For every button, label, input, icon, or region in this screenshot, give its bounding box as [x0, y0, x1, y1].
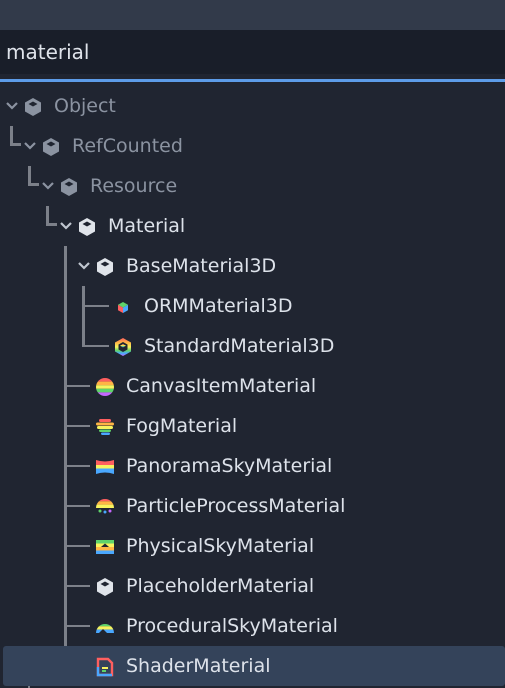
- tree-item-label: ShaderMaterial: [126, 655, 271, 677]
- object-cube-icon: [97, 258, 113, 276]
- canvas-item-material-icon: [96, 378, 114, 396]
- tree-item-standardmaterial3d[interactable]: StandardMaterial3D: [0, 326, 505, 366]
- search-input[interactable]: [6, 30, 496, 74]
- tree-item-refcounted[interactable]: RefCounted: [0, 126, 505, 166]
- fog-material-icon: [96, 419, 114, 435]
- class-tree[interactable]: Object RefCounted Resource Material Base…: [0, 82, 505, 688]
- tree-item-label: Object: [54, 95, 116, 117]
- tree-item-panoramaskymaterial[interactable]: PanoramaSkyMaterial: [0, 446, 505, 486]
- particle-process-material-icon: [96, 499, 114, 514]
- tree-item-label: ParticleProcessMaterial: [126, 495, 346, 517]
- tree-item-label: PanoramaSkyMaterial: [126, 455, 333, 477]
- standard-material-icon: [115, 338, 131, 356]
- tree-item-label: PlaceholderMaterial: [126, 575, 315, 597]
- chevron-down-icon[interactable]: [59, 219, 73, 233]
- tree-item-label: RefCounted: [72, 135, 183, 157]
- tree-item-label: ORMMaterial3D: [144, 295, 293, 317]
- tree-item-placeholdermaterial[interactable]: PlaceholderMaterial: [0, 566, 505, 606]
- tree-item-ormmaterial3d[interactable]: ORMMaterial3D: [0, 286, 505, 326]
- tree-item-shadermaterial[interactable]: ShaderMaterial: [3, 646, 505, 686]
- tree-item-resource[interactable]: Resource: [0, 166, 505, 206]
- orm-material-icon: [118, 302, 128, 313]
- chevron-down-icon[interactable]: [23, 139, 37, 153]
- tree-item-basematerial3d[interactable]: BaseMaterial3D: [0, 246, 505, 286]
- tree-item-physicalskymaterial[interactable]: PhysicalSkyMaterial: [0, 526, 505, 566]
- chevron-down-icon[interactable]: [77, 259, 91, 273]
- tree-item-label: BaseMaterial3D: [126, 255, 277, 277]
- object-cube-icon: [61, 178, 77, 196]
- search-bar: [0, 30, 505, 74]
- tree-item-material[interactable]: Material: [0, 206, 505, 246]
- tree-item-proceduralskymaterial[interactable]: ProceduralSkyMaterial: [0, 606, 505, 646]
- tree-item-label: Material: [108, 215, 186, 237]
- tree-item-particleprocessmaterial[interactable]: ParticleProcessMaterial: [0, 486, 505, 526]
- tree-item-label: ProceduralSkyMaterial: [126, 615, 338, 637]
- tree-item-label: CanvasItemMaterial: [126, 375, 317, 397]
- tree-item-fogmaterial[interactable]: FogMaterial: [0, 406, 505, 446]
- object-cube-icon: [97, 578, 113, 596]
- object-cube-icon: [25, 98, 41, 116]
- tree-item-object[interactable]: Object: [0, 86, 505, 126]
- tree-item-canvasitemmaterial[interactable]: CanvasItemMaterial: [0, 366, 505, 406]
- shader-material-icon: [96, 657, 114, 677]
- tree-item-label: FogMaterial: [126, 415, 238, 437]
- chevron-down-icon[interactable]: [5, 99, 19, 113]
- object-cube-icon: [43, 138, 59, 156]
- physical-sky-material-icon: [96, 540, 114, 554]
- tree-item-label: Resource: [90, 175, 178, 197]
- panorama-sky-material-icon: [96, 460, 114, 474]
- procedural-sky-material-icon: [96, 624, 114, 633]
- object-cube-icon: [79, 218, 95, 236]
- tree-item-label: PhysicalSkyMaterial: [126, 535, 315, 557]
- tree-item-label: StandardMaterial3D: [144, 335, 335, 357]
- chevron-down-icon[interactable]: [41, 179, 55, 193]
- top-strip: [0, 0, 505, 30]
